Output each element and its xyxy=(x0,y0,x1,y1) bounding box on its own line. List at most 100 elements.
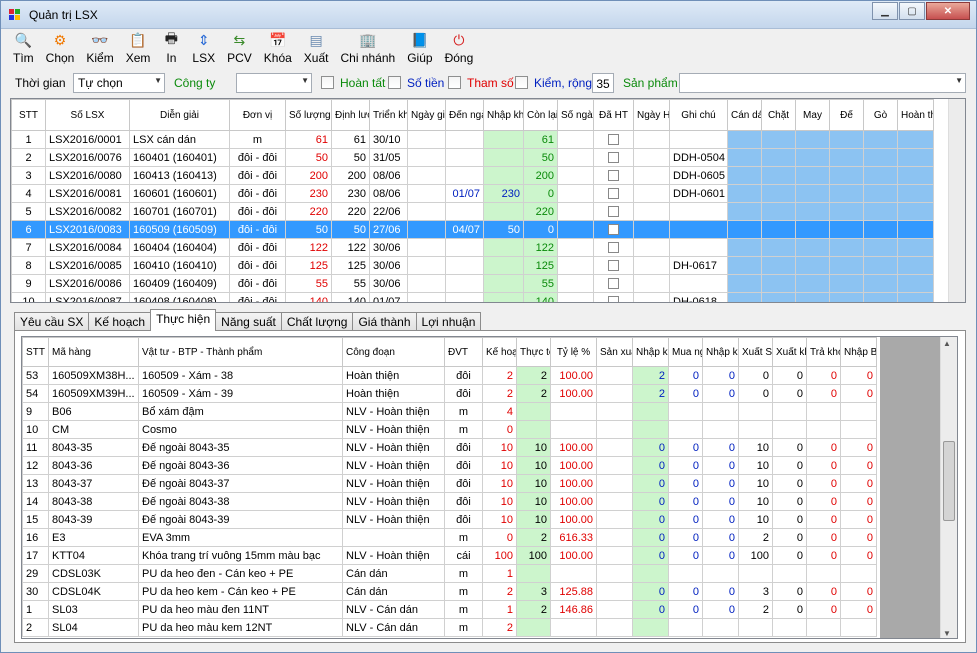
column-header[interactable]: Mã hàng xyxy=(48,337,139,367)
san-pham-select[interactable]: ▼ xyxy=(679,73,966,93)
da-ht-checkbox[interactable] xyxy=(608,242,619,254)
chon-button[interactable]: ⚙ Chọn xyxy=(40,31,81,69)
da-ht-checkbox[interactable] xyxy=(608,152,619,164)
tab-chất-lượng[interactable]: Chất lượng xyxy=(280,312,354,331)
column-header[interactable]: Đơn vị xyxy=(229,99,286,131)
table-row[interactable]: 12 8043-36 Đế ngoài 8043-36 NLV - Hoàn thiệ… xyxy=(22,456,877,475)
column-header[interactable]: Xuất khác xyxy=(772,337,807,367)
table-row[interactable]: 15 8043-39 Đế ngoài 8043-39 NLV - Hoàn thiệ… xyxy=(22,510,877,529)
xem-button[interactable]: 📋 Xem xyxy=(120,31,157,69)
table-row[interactable]: 30 CDSL04K PU da heo kem - Cán keo + PE Cán… xyxy=(22,582,877,601)
tham-so-checkbox[interactable] xyxy=(448,76,461,89)
tab-năng-suất[interactable]: Năng suất xyxy=(215,312,282,331)
column-header[interactable]: Định lượng xyxy=(331,99,370,131)
table-row[interactable]: 29 CDSL03K PU da heo đen - Cán keo + PE Cán… xyxy=(22,564,877,583)
table-row[interactable]: 1 SL03 PU da heo màu đen 11NT NLV - Cán dán… xyxy=(22,600,877,619)
column-header[interactable]: Số ngày xyxy=(557,99,594,131)
kiem-button[interactable]: 👓 Kiểm xyxy=(80,31,119,69)
column-header[interactable]: Chặt xyxy=(761,99,796,131)
da-ht-checkbox[interactable] xyxy=(608,296,619,302)
scroll-up-icon[interactable]: ▲ xyxy=(943,339,951,348)
kiem-rong-input[interactable]: 35 xyxy=(592,73,614,93)
hoan-tat-checkbox[interactable] xyxy=(321,76,334,89)
tab-yêu-cầu-sx[interactable]: Yêu cầu SX xyxy=(14,312,90,331)
column-header[interactable]: Sản xuất xyxy=(596,337,633,367)
cong-ty-select[interactable]: ▼ xyxy=(236,73,312,93)
column-header[interactable]: STT xyxy=(22,337,49,367)
table-row[interactable]: 16 E3 EVA 3mm m 0 2 616.33 0 0 0 2 0 0 0 xyxy=(22,528,877,547)
khoa-button[interactable]: 📅 Khóa xyxy=(258,31,298,69)
so-tien-checkbox[interactable] xyxy=(388,76,401,89)
column-header[interactable]: Mua ngoài xyxy=(668,337,703,367)
minimize-button[interactable]: ▁ xyxy=(872,2,898,20)
column-header[interactable]: Kế hoạch xyxy=(482,337,517,367)
da-ht-checkbox[interactable] xyxy=(608,224,619,236)
column-header[interactable]: Diễn giải xyxy=(129,99,230,131)
table-row[interactable]: 13 8043-37 Đế ngoài 8043-37 NLV - Hoàn thiệ… xyxy=(22,474,877,493)
column-header[interactable]: Ngày giao xyxy=(407,99,446,131)
column-header[interactable]: Tỷ lệ % xyxy=(550,337,597,367)
column-header[interactable]: Nhập kho xyxy=(632,337,669,367)
da-ht-checkbox[interactable] xyxy=(608,260,619,272)
da-ht-checkbox[interactable] xyxy=(608,134,619,146)
chinhanh-button[interactable]: 🏢 Chi nhánh xyxy=(334,31,401,69)
table-row[interactable]: 53 160509XM38H... 160509 - Xám - 38 Hoàn th… xyxy=(22,366,877,385)
table-row[interactable]: 8 LSX2016/0085 160410 (160410) đôi - đôi 125… xyxy=(11,256,934,275)
table-row[interactable]: 3 LSX2016/0080 160413 (160413) đôi - đôi 200… xyxy=(11,166,934,185)
column-header[interactable]: STT xyxy=(11,99,46,131)
column-header[interactable]: Ghi chú xyxy=(669,99,728,131)
da-ht-checkbox[interactable] xyxy=(608,206,619,218)
lsx-button[interactable]: ⇕ LSX xyxy=(186,31,221,69)
da-ht-checkbox[interactable] xyxy=(608,188,619,200)
table-row[interactable]: 17 KTT04 Khóa trang trí vuông 15mm màu bạc… xyxy=(22,546,877,565)
column-header[interactable]: Còn lại xyxy=(523,99,558,131)
pcv-button[interactable]: ⇆ PCV xyxy=(221,31,258,69)
column-header[interactable]: Đế xyxy=(829,99,864,131)
column-header[interactable]: Đến ngày xyxy=(445,99,484,131)
tab-giá-thành[interactable]: Giá thành xyxy=(352,312,417,331)
column-header[interactable]: Cán dán xyxy=(727,99,762,131)
scroll-thumb[interactable] xyxy=(943,441,955,521)
table-row[interactable]: 1 LSX2016/0001 LSX cán dán m 61 61 30/10 61 xyxy=(11,130,934,149)
tab-thực-hiện[interactable]: Thực hiện xyxy=(150,309,217,331)
maximize-button[interactable]: ▢ xyxy=(899,2,925,20)
column-header[interactable]: Số LSX xyxy=(45,99,130,131)
table-row[interactable]: 54 160509XM39H... 160509 - Xám - 39 Hoàn th… xyxy=(22,384,877,403)
table-row[interactable]: 6 LSX2016/0083 160509 (160509) đôi - đôi 50 5… xyxy=(11,220,934,239)
column-header[interactable]: Công đoạn xyxy=(342,337,445,367)
table-row[interactable]: 5 LSX2016/0082 160701 (160701) đôi - đôi 220… xyxy=(11,202,934,221)
table-row[interactable]: 14 8043-38 Đế ngoài 8043-38 NLV - Hoàn thiệ… xyxy=(22,492,877,511)
column-header[interactable]: Nhập kho xyxy=(483,99,524,131)
in-button[interactable]: 🖶 In xyxy=(156,30,186,69)
column-header[interactable]: Hoàn thiện xyxy=(897,99,934,131)
xuat-button[interactable]: ▤ Xuất xyxy=(298,31,335,69)
table-row[interactable]: 9 LSX2016/0086 160409 (160409) đôi - đôi 55 5… xyxy=(11,274,934,293)
da-ht-checkbox[interactable] xyxy=(608,170,619,182)
dong-button[interactable]: ⏻ Đóng xyxy=(439,31,480,69)
column-header[interactable]: May xyxy=(795,99,830,131)
table-row[interactable]: 9 B06 Bổ xám đậm NLV - Hoàn thiện m 4 xyxy=(22,402,877,421)
tab-kế-hoạch[interactable]: Kế hoạch xyxy=(88,312,152,331)
column-header[interactable]: ĐVT xyxy=(444,337,483,367)
column-header[interactable]: Trả kho xyxy=(806,337,841,367)
table-row[interactable]: 2 SL04 PU da heo màu kem 12NT NLV - Cán dán… xyxy=(22,618,877,637)
da-ht-checkbox[interactable] xyxy=(608,278,619,290)
thoi-gian-select[interactable]: Tự chọn ▼ xyxy=(73,73,165,93)
table-row[interactable]: 4 LSX2016/0081 160601 (160601) đôi - đôi 230… xyxy=(11,184,934,203)
scroll-down-icon[interactable]: ▼ xyxy=(943,629,951,638)
table-row[interactable]: 10 LSX2016/0087 160408 (160408) đôi - đôi 14… xyxy=(11,292,934,302)
column-header[interactable]: Gò xyxy=(863,99,898,131)
table-row[interactable]: 10 CM Cosmo NLV - Hoàn thiện m 0 xyxy=(22,420,877,439)
table-row[interactable]: 2 LSX2016/0076 160401 (160401) đôi - đôi 50 5… xyxy=(11,148,934,167)
thuc-hien-scrollbar[interactable]: ▲ ▼ xyxy=(940,337,957,638)
table-row[interactable]: 11 8043-35 Đế ngoài 8043-35 NLV - Hoàn thiệ… xyxy=(22,438,877,457)
lsx-grid-scrollbar[interactable] xyxy=(948,99,965,302)
column-header[interactable]: Số lượng xyxy=(285,99,332,131)
kiem-rong-checkbox[interactable] xyxy=(515,76,528,89)
column-header[interactable]: Triển khai xyxy=(369,99,408,131)
tim-button[interactable]: 🔍 Tìm xyxy=(7,31,40,69)
column-header[interactable]: Đã HT xyxy=(593,99,634,131)
column-header[interactable]: Ngày HT xyxy=(633,99,670,131)
column-header[interactable]: Thực tế xyxy=(516,337,551,367)
giup-button[interactable]: 📘 Giúp xyxy=(401,31,438,69)
